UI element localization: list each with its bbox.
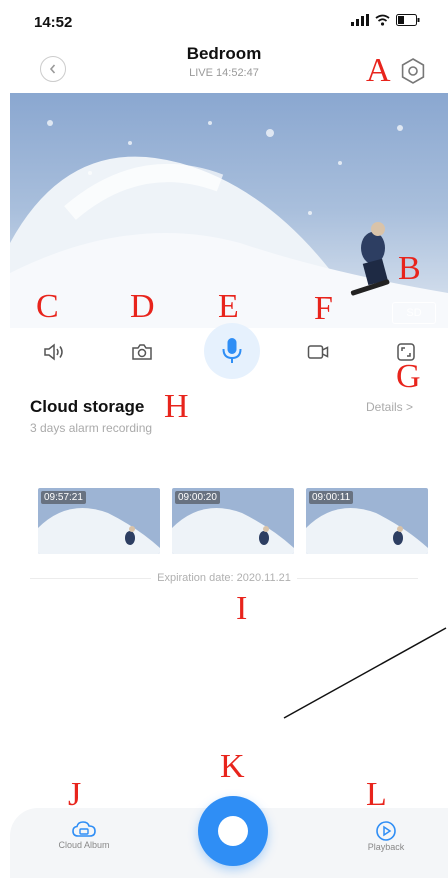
playback-label: Playback [367,842,405,852]
annotation-label: F [314,290,333,327]
annotation-label: G [396,358,421,395]
cloud-album-tab[interactable]: Cloud Album [34,820,134,850]
annotation-label: D [130,288,155,325]
annotation-label: K [220,748,245,785]
annotation-label: B [398,250,421,287]
cloud-album-label: Cloud Album [58,840,110,850]
annotation-label: E [218,288,239,325]
playback-tab[interactable]: Playback [336,820,436,852]
annotation-label: H [164,388,189,425]
annotation-line [283,627,447,719]
annotation-label: C [36,288,59,325]
annotation-label: A [366,52,391,89]
annotation-label: L [366,776,387,813]
center-action-button[interactable] [198,796,268,866]
annotation-label: J [68,776,82,813]
annotation-label: I [236,590,248,627]
circle-icon [218,816,248,846]
cloud-album-icon [72,821,96,837]
playback-icon [376,821,396,841]
